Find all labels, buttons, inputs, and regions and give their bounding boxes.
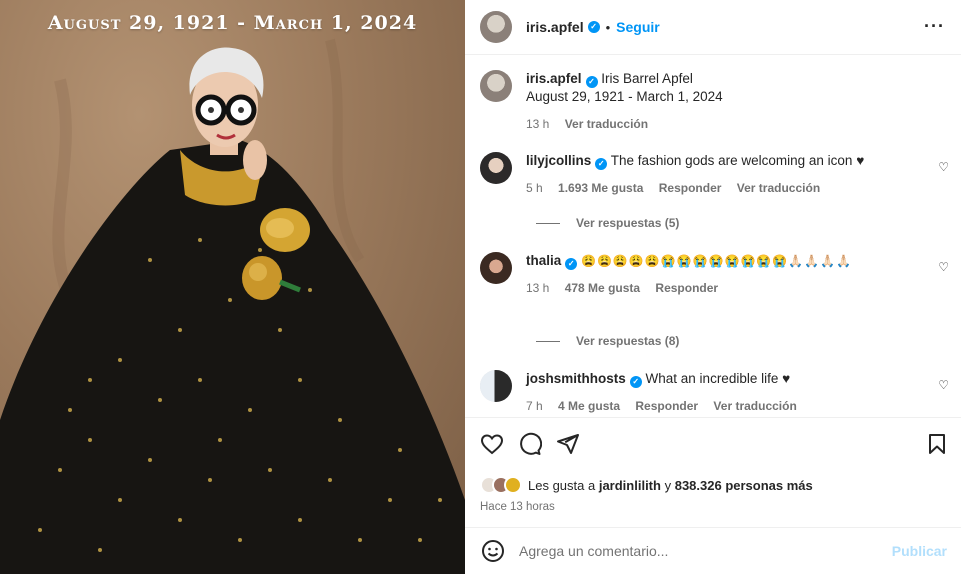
verified-badge-icon: ✓ — [565, 258, 578, 270]
view-replies-button[interactable]: Ver respuestas (8) — [536, 334, 679, 348]
comment-username[interactable]: lilyjcollins — [526, 153, 591, 168]
comment-username[interactable]: joshsmithhosts — [526, 371, 626, 386]
post-photo[interactable]: August 29, 1921 - March 1, 2024 — [0, 0, 465, 574]
likes-others-link[interactable]: 838.326 personas más — [675, 478, 813, 493]
verified-badge-icon: ✓ — [587, 21, 600, 33]
verified-badge-icon: ✓ — [595, 158, 608, 170]
comment-item: lilyjcollins ✓ The fashion gods are welco… — [477, 149, 949, 197]
comment-time: 7 h — [526, 399, 543, 413]
commenter-avatar[interactable] — [477, 249, 515, 287]
reply-button[interactable]: Responder — [655, 281, 718, 295]
comment-likes[interactable]: 4 Me gusta — [558, 399, 620, 413]
comment-text: The fashion gods are welcoming an icon ♥ — [610, 153, 865, 168]
more-options-icon[interactable]: ··· — [924, 16, 945, 37]
reply-button[interactable]: Responder — [635, 399, 698, 413]
comment-text: What an incredible life ♥ — [645, 371, 791, 386]
emoji-smiley-icon[interactable] — [481, 539, 505, 563]
comments-list[interactable]: iris.apfel ✓ Iris Barrel Apfel August 29,… — [465, 56, 961, 417]
like-comment-heart-icon[interactable]: ♡ — [938, 160, 949, 174]
comment-likes[interactable]: 1.693 Me gusta — [558, 181, 643, 195]
post-sidebar: iris.apfel ✓ • Seguir ··· iris.apfel ✓ Ir… — [465, 0, 961, 574]
author-username[interactable]: iris.apfel — [526, 19, 584, 35]
verified-badge-icon: ✓ — [629, 376, 642, 388]
comment-item: joshsmithhosts ✓ What an incredible life … — [480, 370, 949, 415]
comment-composer: Publicar — [465, 527, 961, 574]
translate-link[interactable]: Ver traducción — [713, 399, 796, 413]
separator-dot: • — [605, 19, 611, 35]
reply-button[interactable]: Responder — [659, 181, 722, 195]
commenter-avatar[interactable] — [477, 149, 515, 187]
like-comment-heart-icon[interactable]: ♡ — [938, 260, 949, 274]
author-avatar[interactable] — [477, 8, 515, 46]
translate-link[interactable]: Ver traducción — [737, 181, 820, 195]
post-header: iris.apfel ✓ • Seguir ··· — [465, 0, 961, 55]
post-caption: iris.apfel ✓ Iris Barrel Apfel August 29,… — [477, 67, 949, 133]
commenter-avatar[interactable] — [480, 370, 512, 402]
view-replies-button[interactable]: Ver respuestas (5) — [536, 216, 679, 230]
like-comment-heart-icon[interactable]: ♡ — [938, 378, 949, 392]
likes-prefix: Les gusta a — [528, 477, 596, 493]
comment-text: 😩😩😩😩😩😭😭😭😭😭😭😭😭🙏🏻🙏🏻🙏🏻🙏🏻 — [581, 254, 853, 268]
share-paper-plane-icon[interactable] — [556, 432, 580, 456]
comment-bubble-icon[interactable] — [518, 432, 542, 456]
likes-connector: y — [664, 477, 672, 493]
comment-input[interactable] — [519, 543, 879, 559]
caption-text-line1: Iris Barrel Apfel — [601, 71, 693, 86]
likes-summary: Les gusta a jardinlilith y 838.326 perso… — [480, 476, 813, 494]
caption-text-line2: August 29, 1921 - March 1, 2024 — [526, 89, 723, 104]
liker-avatar — [504, 476, 522, 494]
likes-user-link[interactable]: jardinlilith — [599, 478, 661, 493]
save-bookmark-icon[interactable] — [925, 432, 949, 456]
caption-username[interactable]: iris.apfel — [526, 71, 582, 86]
comment-username[interactable]: thalia — [526, 253, 561, 268]
photo-illustration — [0, 38, 465, 574]
caption-avatar[interactable] — [477, 67, 515, 105]
comment-likes[interactable]: 478 Me gusta — [565, 281, 640, 295]
comment-time: 13 h — [526, 281, 550, 295]
like-heart-icon[interactable] — [480, 432, 504, 456]
caption-translate-link[interactable]: Ver traducción — [565, 117, 648, 131]
caption-time: 13 h — [526, 117, 550, 131]
verified-badge-icon: ✓ — [585, 76, 598, 88]
photo-caption: August 29, 1921 - March 1, 2024 — [47, 12, 418, 34]
post-actions: Les gusta a jardinlilith y 838.326 perso… — [465, 417, 961, 527]
publish-button[interactable]: Publicar — [892, 543, 947, 559]
comment-item: thalia ✓ 😩😩😩😩😩😭😭😭😭😭😭😭😭🙏🏻🙏🏻🙏🏻🙏🏻 13 h 478 M… — [477, 249, 949, 297]
post-timestamp[interactable]: Hace 13 horas — [480, 501, 555, 513]
comment-time: 5 h — [526, 181, 543, 195]
follow-button[interactable]: Seguir — [616, 19, 660, 35]
